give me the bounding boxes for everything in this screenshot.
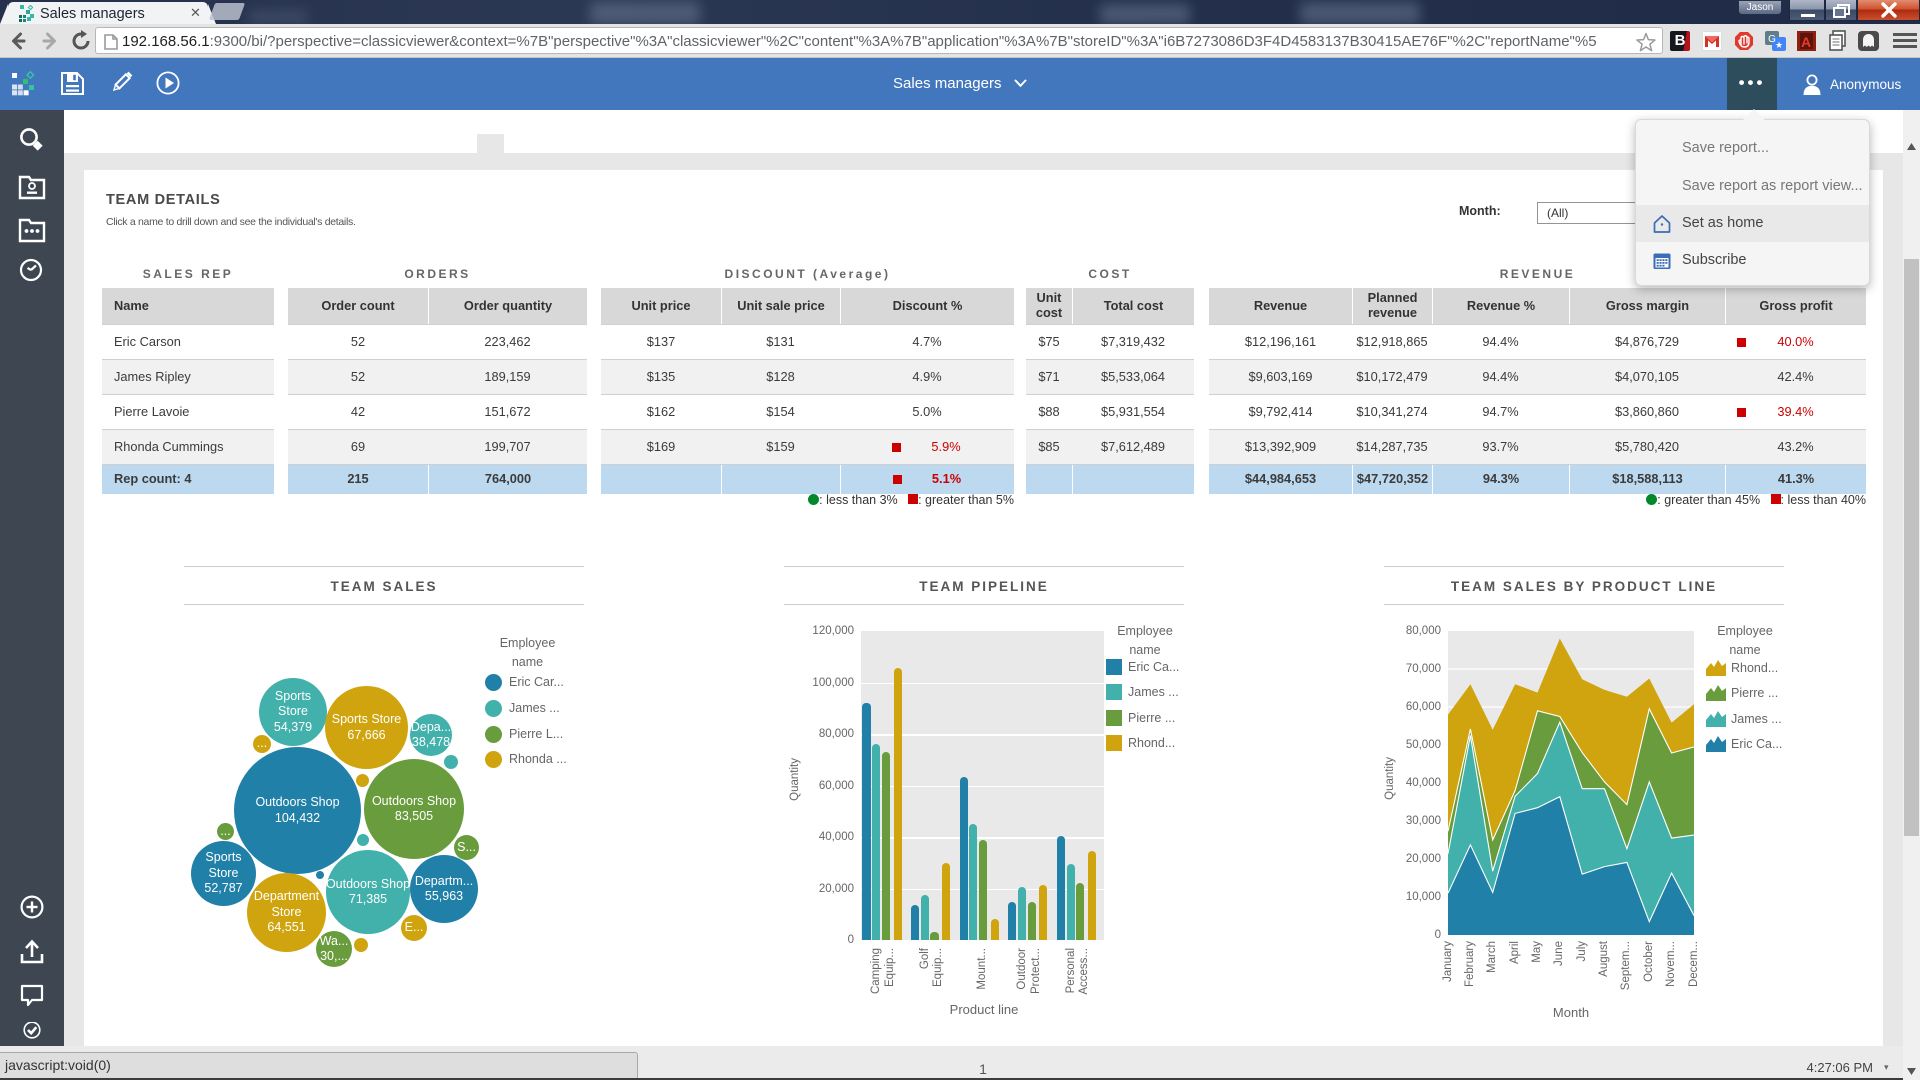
svg-text:★: ★ <box>1775 40 1783 50</box>
